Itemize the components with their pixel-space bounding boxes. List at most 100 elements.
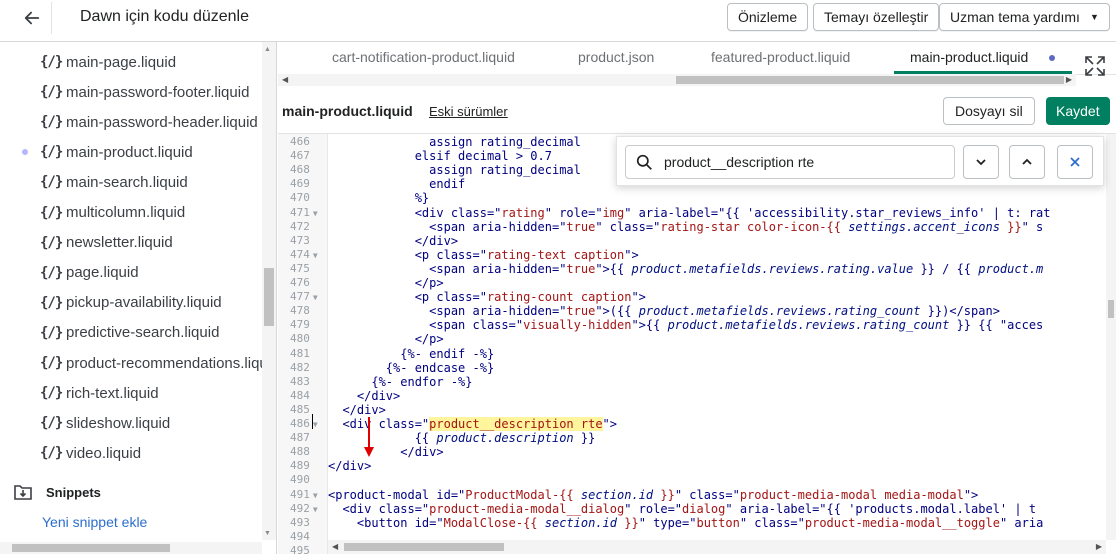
sidebar-file-item[interactable]: {/} main-password-footer.liquid: [0, 78, 262, 106]
code-line[interactable]: endif: [328, 177, 465, 191]
save-button[interactable]: Kaydet: [1046, 97, 1110, 125]
sidebar-file-item[interactable]: {/} pickup-availability.liquid: [0, 289, 262, 317]
code-line[interactable]: </p>: [328, 332, 444, 346]
scroll-down-icon[interactable]: ▼: [264, 530, 271, 537]
sidebar-file-item[interactable]: {/} rich-text.liquid: [0, 379, 262, 407]
editor-horizontal-scrollbar[interactable]: ◀ ▶: [328, 540, 1106, 554]
code-line[interactable]: <span aria-hidden="true">({{ product.met…: [328, 304, 1000, 318]
code-line[interactable]: <p class="rating-text caption">: [328, 248, 639, 262]
sidebar-file-item[interactable]: {/} newsletter.liquid: [0, 229, 262, 257]
code-line[interactable]: <button id="ModalClose-{{ section.id }}"…: [328, 516, 1043, 530]
sidebar-file-item[interactable]: {/} page.liquid: [0, 259, 262, 287]
scroll-left-icon[interactable]: ◀: [332, 542, 338, 551]
sidebar-file-item[interactable]: {/} product-recommendations.liquid: [0, 349, 262, 377]
customize-theme-button[interactable]: Temayı özelleştir: [813, 3, 940, 31]
find-next-button[interactable]: [963, 145, 999, 179]
line-number: 474 ▼: [278, 248, 328, 262]
save-label: Kaydet: [1056, 103, 1100, 119]
sidebar-file-item[interactable]: {/} multicolumn.liquid: [0, 199, 262, 227]
code-line[interactable]: <span class="visually-hidden">{{ product…: [328, 318, 1043, 332]
code-line[interactable]: <span aria-hidden="true" class="rating-s…: [328, 220, 1043, 234]
expert-help-button[interactable]: Uzman tema yardımı ▼: [939, 3, 1110, 31]
sidebar-file-item[interactable]: {/} slideshow.liquid: [0, 409, 262, 437]
code-line[interactable]: </div>: [328, 234, 458, 248]
line-number-text: 467: [290, 149, 310, 163]
close-find-button[interactable]: [1057, 145, 1093, 179]
line-number-text: 477: [290, 290, 310, 304]
editor-vertical-scroll-thumb[interactable]: [1108, 300, 1114, 318]
code-line[interactable]: %}: [328, 191, 429, 205]
chevron-down-icon: [976, 159, 986, 166]
add-snippet-link[interactable]: Yeni snippet ekle: [42, 514, 147, 530]
snippets-folder[interactable]: Snippets: [0, 482, 262, 506]
scroll-up-icon[interactable]: ▲: [264, 46, 271, 53]
fullscreen-icon[interactable]: [1084, 55, 1106, 77]
code-editor[interactable]: 466 467 468 469 470 471 ▼ 472 473 474 ▼ 475 476 477 ▼ 4…: [278, 134, 1116, 554]
back-button[interactable]: [12, 2, 52, 34]
find-input-box[interactable]: [625, 145, 955, 179]
file-name: product-recommendations.liquid: [66, 354, 262, 372]
liquid-file-icon: {/}: [40, 385, 63, 402]
sidebar-horizontal-scrollbar[interactable]: [0, 542, 262, 554]
code-line[interactable]: {%- endcase -%}: [328, 361, 494, 375]
tab-main-product[interactable]: main-product.liquid: [910, 49, 1028, 65]
line-number-text: 484: [290, 388, 310, 402]
find-previous-button[interactable]: [1009, 145, 1045, 179]
fold-toggle-icon[interactable]: ▼: [313, 209, 318, 218]
sidebar-scroll-thumb[interactable]: [264, 268, 274, 326]
tab-cart-notification-product[interactable]: cart-notification-product.liquid: [332, 49, 515, 65]
code-line[interactable]: assign rating_decimal: [328, 135, 581, 149]
tab-product-json[interactable]: product.json: [578, 49, 654, 65]
scroll-right-icon[interactable]: ▶: [1066, 75, 1072, 84]
code-line[interactable]: <product-modal id="ProductModal-{{ secti…: [328, 488, 978, 502]
sidebar-file-item[interactable]: {/} main-page.liquid: [0, 48, 262, 76]
line-number: 487: [278, 431, 328, 445]
code-line[interactable]: {%- endif -%}: [328, 347, 494, 361]
line-number-text: 472: [290, 219, 310, 233]
code-line[interactable]: </div>: [328, 389, 400, 403]
file-name: predictive-search.liquid: [66, 324, 220, 342]
code-line[interactable]: </div>: [328, 445, 443, 459]
code-line[interactable]: </div>: [328, 403, 385, 417]
sidebar-file-item[interactable]: {/} main-product.liquid: [0, 138, 262, 166]
fold-toggle-icon[interactable]: ▼: [313, 420, 318, 429]
scroll-right-icon[interactable]: ▶: [1096, 542, 1102, 551]
sidebar-horizontal-scroll-thumb[interactable]: [12, 544, 170, 552]
arrow-left-icon: [24, 11, 39, 25]
scroll-left-icon[interactable]: ◀: [282, 75, 288, 84]
fold-toggle-icon[interactable]: ▼: [313, 293, 318, 302]
find-input[interactable]: [664, 152, 944, 172]
code-line[interactable]: elsif decimal > 0.7: [328, 149, 552, 163]
code-area[interactable]: assign rating_decimal elsif decimal > 0.…: [328, 134, 1116, 554]
fold-toggle-icon[interactable]: ▼: [313, 491, 318, 500]
code-line[interactable]: </p>: [328, 276, 444, 290]
code-line[interactable]: </div>: [328, 459, 371, 473]
line-number: 495: [278, 544, 328, 554]
old-versions-link[interactable]: Eski sürümler: [429, 104, 508, 119]
code-line[interactable]: <span aria-hidden="true">{{ product.meta…: [328, 262, 1043, 276]
code-line[interactable]: <div class="rating" role="img" aria-labe…: [328, 206, 1051, 220]
tabs-scrollbar[interactable]: ◀ ▶: [278, 74, 1076, 86]
tabs-scroll-thumb[interactable]: [676, 76, 1064, 84]
tab-featured-product[interactable]: featured-product.liquid: [711, 49, 850, 65]
editor-vertical-scrollbar[interactable]: [1106, 134, 1116, 540]
code-line[interactable]: <p class="rating-count caption">: [328, 290, 646, 304]
code-line[interactable]: {%- endfor -%}: [328, 375, 472, 389]
line-number-text: 471: [290, 205, 310, 219]
line-number-text: 473: [290, 233, 310, 247]
code-line[interactable]: <div class="product-media-modal__dialog"…: [328, 502, 1036, 516]
editor-horizontal-scroll-thumb[interactable]: [344, 543, 504, 551]
sidebar-file-item[interactable]: {/} video.liquid: [0, 439, 262, 467]
code-line[interactable]: assign rating_decimal: [328, 163, 581, 177]
sidebar-file-item[interactable]: {/} predictive-search.liquid: [0, 319, 262, 347]
line-number: 471 ▼: [278, 206, 328, 220]
delete-file-button[interactable]: Dosyayı sil: [943, 97, 1035, 125]
preview-button[interactable]: Önizleme: [727, 3, 809, 31]
fold-toggle-icon[interactable]: ▼: [313, 251, 318, 260]
line-number-text: 476: [290, 276, 310, 289]
fold-toggle-icon[interactable]: ▼: [313, 505, 318, 514]
line-number: 480: [278, 332, 328, 346]
line-number: 491 ▼: [278, 488, 328, 502]
sidebar-file-item[interactable]: {/} main-search.liquid: [0, 168, 262, 196]
sidebar-file-item[interactable]: {/} main-password-header.liquid: [0, 108, 262, 136]
